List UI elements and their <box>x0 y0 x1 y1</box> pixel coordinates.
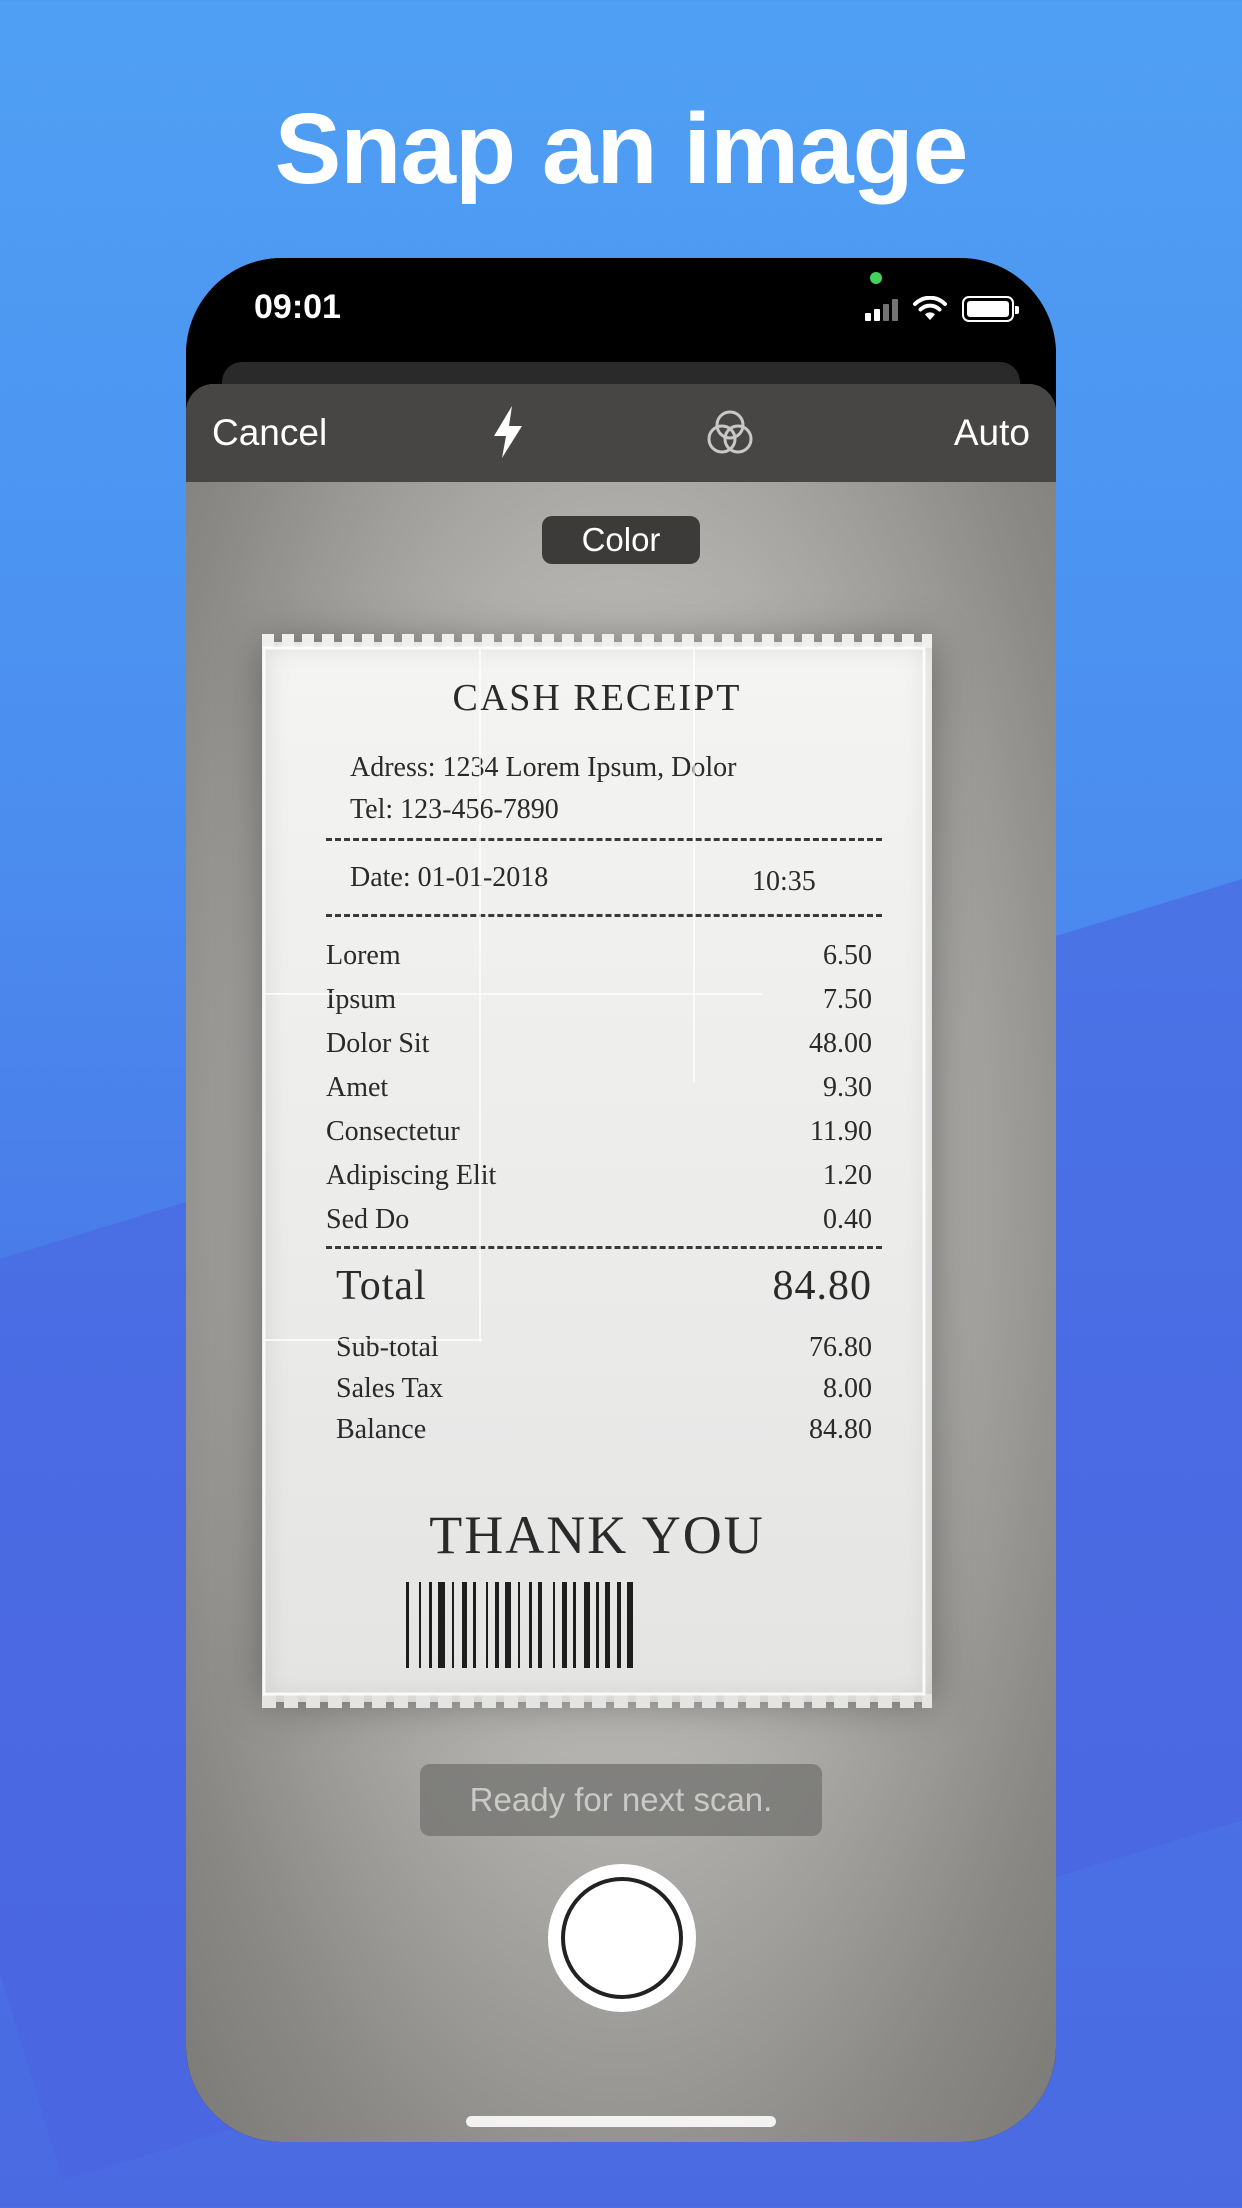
cancel-button[interactable]: Cancel <box>212 412 327 454</box>
item-name: Ipsum <box>326 984 396 1015</box>
status-time: 09:01 <box>254 288 341 326</box>
item-price: 11.90 <box>810 1116 872 1147</box>
item-price: 9.30 <box>823 1072 872 1103</box>
home-indicator[interactable] <box>466 2116 776 2127</box>
summary-row: Sales Tax 8.00 <box>336 1373 872 1414</box>
summary-label: Balance <box>336 1414 427 1445</box>
barcode-bar <box>562 1582 567 1668</box>
status-bar: 09:01 <box>186 258 1056 378</box>
receipt-item: Adipiscing Elit 1.20 <box>326 1160 872 1204</box>
document-scanner-view[interactable]: Cancel Auto Color CASH RECEIPT Adress: 1… <box>186 384 1056 2142</box>
shutter-button-inner <box>561 1877 683 1999</box>
total-value: 84.80 <box>772 1263 872 1309</box>
receipt-item: Lorem 6.50 <box>326 940 872 984</box>
barcode-bar <box>505 1582 511 1668</box>
barcode-bar <box>486 1582 488 1668</box>
summary-label: Sales Tax <box>336 1373 444 1404</box>
receipt-tel: Tel: 123-456-7890 <box>350 794 559 825</box>
receipt-items: Lorem 6.50 Ipsum 7.50 Dolor Sit 48.00 Amet 9… <box>326 940 872 1248</box>
cellular-signal-icon <box>865 297 898 321</box>
shutter-button[interactable] <box>548 1864 696 2012</box>
item-name: Dolor Sit <box>326 1028 430 1059</box>
item-price: 1.20 <box>823 1160 872 1191</box>
color-mode-badge[interactable]: Color <box>542 516 700 564</box>
item-price: 6.50 <box>823 940 872 971</box>
receipt-date: Date: 01-01-2018 <box>350 862 549 893</box>
receipt-item: Dolor Sit 48.00 <box>326 1028 872 1072</box>
scan-status-message: Ready for next scan. <box>420 1764 822 1836</box>
scanned-receipt: CASH RECEIPT Adress: 1234 Lorem Ipsum, D… <box>262 634 932 1708</box>
phone-frame: 09:01 Cancel Auto Color CASH RECEIPT Adr… <box>186 258 1056 2142</box>
receipt-total: Total 84.80 <box>336 1262 872 1310</box>
headline: Snap an image <box>274 93 969 205</box>
receipt-torn-edge <box>262 634 932 648</box>
barcode-bar <box>495 1582 499 1668</box>
barcode-bar <box>553 1582 555 1668</box>
wifi-icon <box>913 296 947 320</box>
summary-value: 84.80 <box>809 1414 872 1445</box>
item-price: 0.40 <box>823 1204 872 1235</box>
barcode <box>406 1582 633 1668</box>
item-name: Adipiscing Elit <box>326 1160 497 1191</box>
receipt-summary: Sub-total 76.80 Sales Tax 8.00 Balance 84.8… <box>336 1332 872 1455</box>
receipt-item: Consectetur 11.90 <box>326 1116 872 1160</box>
receipt-divider <box>326 1246 882 1249</box>
status-icons <box>865 296 1019 322</box>
flash-icon[interactable] <box>488 404 528 460</box>
summary-value: 76.80 <box>809 1332 872 1363</box>
total-label: Total <box>336 1263 427 1309</box>
receipt-time: 10:35 <box>752 866 816 897</box>
auto-capture-toggle[interactable]: Auto <box>954 412 1030 454</box>
summary-row: Sub-total 76.80 <box>336 1332 872 1373</box>
barcode-bar <box>584 1582 590 1668</box>
summary-row: Balance 84.80 <box>336 1414 872 1455</box>
summary-label: Sub-total <box>336 1332 439 1363</box>
item-name: Consectetur <box>326 1116 460 1147</box>
item-name: Lorem <box>326 940 401 971</box>
barcode-bar <box>617 1582 621 1668</box>
barcode-bar <box>529 1582 532 1668</box>
filter-icon[interactable] <box>702 406 758 462</box>
barcode-bar <box>473 1582 476 1668</box>
barcode-bar <box>429 1582 432 1668</box>
barcode-bar <box>452 1582 454 1668</box>
receipt-thank-you: THANK YOU <box>429 1505 765 1565</box>
receipt-item: Ipsum 7.50 <box>326 984 872 1028</box>
barcode-bar <box>573 1582 576 1668</box>
battery-icon <box>962 296 1019 322</box>
receipt-torn-edge <box>262 1694 932 1708</box>
barcode-bar <box>462 1582 467 1668</box>
receipt-divider <box>326 914 882 917</box>
barcode-bar <box>627 1582 633 1668</box>
receipt-title: CASH RECEIPT <box>452 677 742 719</box>
item-name: Amet <box>326 1072 389 1103</box>
barcode-bar <box>605 1582 610 1668</box>
item-name: Sed Do <box>326 1204 410 1235</box>
receipt-item: Sed Do 0.40 <box>326 1204 872 1248</box>
barcode-bar <box>406 1582 409 1668</box>
item-price: 7.50 <box>823 984 872 1015</box>
summary-value: 8.00 <box>823 1373 872 1404</box>
barcode-bar <box>419 1582 421 1668</box>
item-price: 48.00 <box>809 1028 872 1059</box>
barcode-bar <box>538 1582 542 1668</box>
barcode-bar <box>596 1582 599 1668</box>
camera-in-use-indicator <box>870 272 882 284</box>
barcode-bar <box>518 1582 520 1668</box>
scanner-toolbar: Cancel Auto <box>186 384 1056 482</box>
receipt-item: Amet 9.30 <box>326 1072 872 1116</box>
barcode-bar <box>438 1582 445 1668</box>
receipt-address: Adress: 1234 Lorem Ipsum, Dolor <box>350 752 737 783</box>
receipt-divider <box>326 838 882 841</box>
